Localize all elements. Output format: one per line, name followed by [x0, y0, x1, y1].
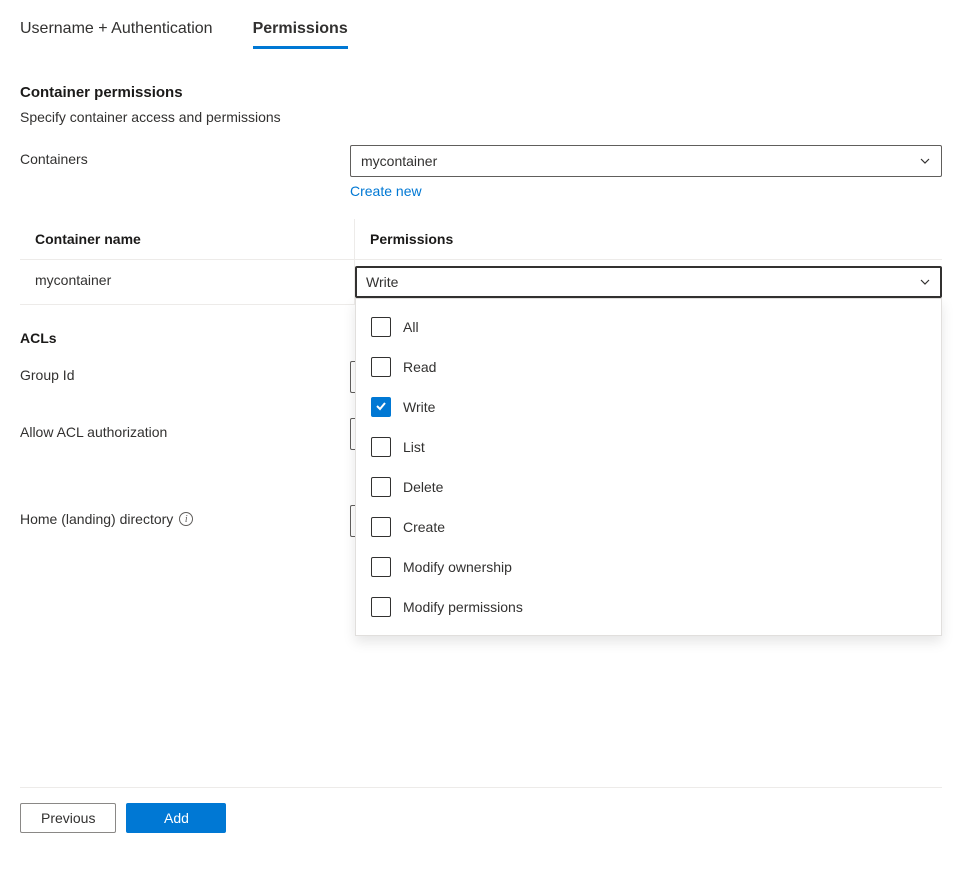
- add-button[interactable]: Add: [126, 803, 226, 833]
- permission-option-label: Write: [403, 399, 435, 415]
- permission-option-modify-ownership[interactable]: Modify ownership: [356, 547, 941, 587]
- permissions-dropdown-value: Write: [366, 274, 398, 290]
- group-id-label: Group Id: [20, 361, 350, 383]
- containers-label: Containers: [20, 145, 350, 167]
- containers-table: Container name Permissions mycontainer W…: [20, 219, 942, 305]
- table-row: mycontainer Write AllReadWriteListDelete…: [20, 260, 942, 305]
- chevron-down-icon: [919, 155, 931, 167]
- info-icon[interactable]: i: [179, 512, 193, 526]
- header-container-name: Container name: [20, 219, 355, 259]
- checkbox-icon: [371, 357, 391, 377]
- allow-acl-label: Allow ACL authorization: [20, 418, 350, 440]
- permission-option-label: All: [403, 319, 419, 335]
- footer: Previous Add: [20, 787, 942, 833]
- header-permissions: Permissions: [355, 219, 942, 259]
- checkmark-icon: [375, 400, 387, 415]
- chevron-down-icon: [919, 276, 931, 288]
- permission-option-list[interactable]: List: [356, 427, 941, 467]
- permission-option-label: Modify permissions: [403, 599, 523, 615]
- permissions-dropdown-menu: All Read Write List Delete Create Modify owner…: [355, 298, 942, 636]
- section-title: Container permissions: [20, 84, 942, 101]
- create-new-link[interactable]: Create new: [350, 183, 942, 199]
- permission-option-all[interactable]: All: [356, 307, 941, 347]
- checkbox-icon: [371, 517, 391, 537]
- permission-option-read[interactable]: Read: [356, 347, 941, 387]
- checkbox-icon: [371, 317, 391, 337]
- permissions-dropdown[interactable]: Write: [355, 266, 942, 298]
- container-permissions-section: Container permissions Specify container …: [20, 84, 942, 305]
- checkbox-icon: [371, 557, 391, 577]
- permission-option-label: Modify ownership: [403, 559, 512, 575]
- checkbox-icon: [371, 477, 391, 497]
- tabs-bar: Username + Authentication Permissions: [20, 20, 942, 49]
- permission-option-create[interactable]: Create: [356, 507, 941, 547]
- cell-container-name: mycontainer: [20, 260, 355, 304]
- checkbox-icon: [371, 437, 391, 457]
- containers-dropdown-value: mycontainer: [361, 153, 437, 169]
- tab-username-auth[interactable]: Username + Authentication: [20, 20, 213, 49]
- containers-dropdown[interactable]: mycontainer: [350, 145, 942, 177]
- permission-option-write[interactable]: Write: [356, 387, 941, 427]
- tab-permissions[interactable]: Permissions: [253, 20, 348, 49]
- table-header: Container name Permissions: [20, 219, 942, 260]
- permission-option-delete[interactable]: Delete: [356, 467, 941, 507]
- section-description: Specify container access and permissions: [20, 109, 942, 125]
- permission-option-label: Delete: [403, 479, 443, 495]
- home-dir-label: Home (landing) directory i: [20, 505, 350, 527]
- permission-option-label: List: [403, 439, 425, 455]
- permission-option-label: Read: [403, 359, 436, 375]
- permission-option-modify-permissions[interactable]: Modify permissions: [356, 587, 941, 627]
- checkbox-icon: [371, 597, 391, 617]
- previous-button[interactable]: Previous: [20, 803, 116, 833]
- permission-option-label: Create: [403, 519, 445, 535]
- checkbox-icon: [371, 397, 391, 417]
